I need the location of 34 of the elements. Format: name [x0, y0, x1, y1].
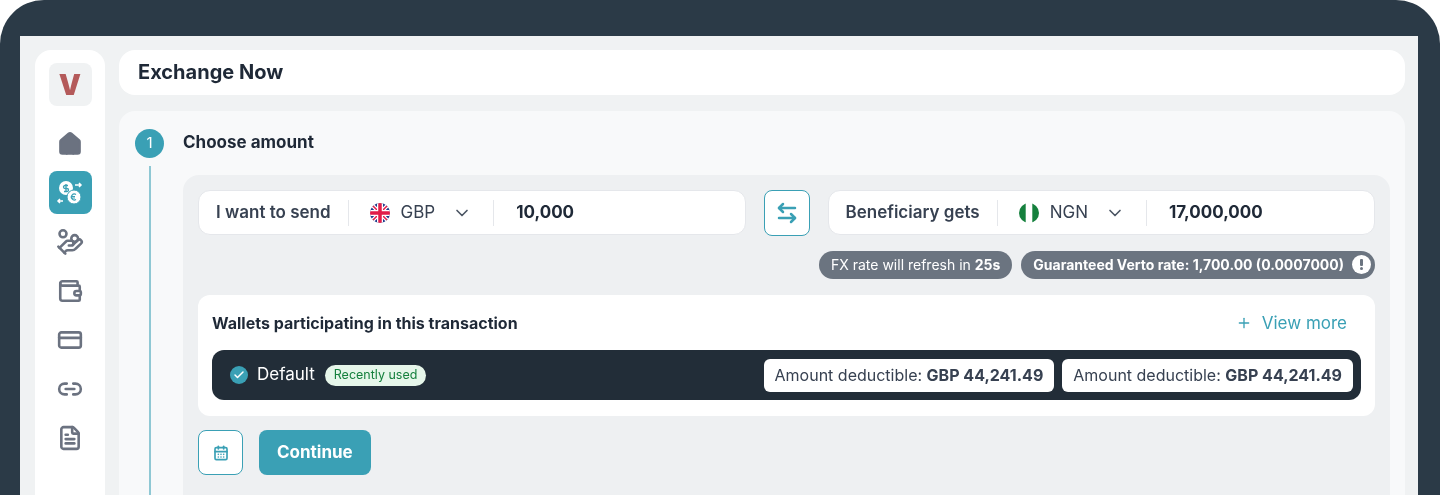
- currency-dropdown[interactable]: GBP: [348, 199, 494, 226]
- flag-icon: [1018, 202, 1039, 223]
- logo: V: [48, 63, 92, 106]
- info-icon: [1352, 255, 1371, 274]
- hand-coin-icon: [56, 227, 84, 256]
- field-label: Beneficiary gets: [844, 200, 981, 224]
- nav-item[interactable]: [48, 171, 92, 214]
- wallet-name: Default: [257, 363, 315, 387]
- home-icon: [57, 130, 83, 157]
- amount-field[interactable]: Beneficiary gets NGN 17,000,000: [827, 190, 1375, 235]
- calendar-icon: [212, 444, 229, 461]
- page-title: Exchange Now: [138, 59, 284, 87]
- refresh-note: FX rate will refresh in 25s: [818, 250, 1013, 279]
- field-label: I want to send: [215, 200, 332, 224]
- recently-used-tag: Recently used: [324, 364, 427, 386]
- amount-deductible: Amount deductible: GBP 44,241.49: [1062, 358, 1353, 392]
- checkbox[interactable]: [230, 366, 248, 384]
- flag-icon: [369, 202, 390, 223]
- wallet-row[interactable]: Default Recently used Amount deductible: GBP 44,241.49 Amount deductible: GBP 44,241.49: [212, 350, 1361, 400]
- swap-button[interactable]: [763, 189, 810, 236]
- currency-exchange-icon: [56, 178, 84, 207]
- rate-note: Guaranteed Verto rate: 1,700.00 (0.0007000): [1021, 250, 1375, 279]
- amount-deductible: Amount deductible: GBP 44,241.49: [763, 358, 1055, 392]
- document-icon: [57, 424, 83, 451]
- amount-value: 10,000: [515, 200, 576, 224]
- calendar-button[interactable]: [198, 430, 243, 475]
- step-number: 1: [135, 128, 164, 158]
- check-icon: [233, 369, 245, 381]
- currency-dropdown[interactable]: NGN: [997, 199, 1146, 226]
- wallets-title: Wallets participating in this transaction: [212, 312, 518, 336]
- step-title: Choose amount: [183, 131, 314, 155]
- amount-value: 17,000,000: [1168, 200, 1264, 224]
- wallet-icon: [57, 277, 83, 304]
- amount-field[interactable]: I want to send GBP 10,000: [198, 190, 746, 235]
